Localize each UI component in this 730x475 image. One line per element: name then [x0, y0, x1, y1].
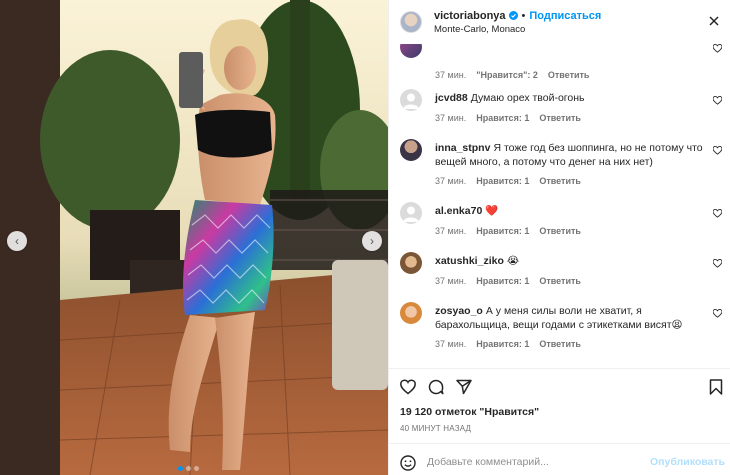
header-separator: •: [521, 9, 526, 22]
carousel-prev-button[interactable]: ‹: [7, 231, 27, 251]
comment-meta: 37 мин. Нравится: 1 Ответить: [435, 176, 581, 186]
carousel-dot: [186, 466, 191, 471]
default-avatar-icon: [403, 93, 419, 109]
comment-time: 37 мин.: [435, 70, 467, 80]
chevron-left-icon: ‹: [15, 234, 19, 248]
comment-text: inna_stpnv Я тоже год без шоппинга, но не…: [435, 142, 703, 168]
comment-meta: 37 мин. Нравится: 1 Ответить: [435, 276, 581, 286]
comment-time: 37 мин.: [435, 113, 467, 123]
add-comment-bar: Опубликовать: [389, 443, 730, 475]
commenter-username[interactable]: xatushki_ziko: [435, 255, 504, 267]
comment-reply-button[interactable]: Ответить: [539, 276, 581, 286]
comment-reply-button[interactable]: Ответить: [539, 226, 581, 236]
commenter-avatar[interactable]: [400, 44, 422, 58]
comment-meta: 37 мин. Нравится: 1 Ответить: [435, 339, 581, 349]
post-timestamp[interactable]: 40 минут назад: [400, 424, 471, 433]
comment-bubble-icon[interactable]: [428, 379, 444, 395]
author-avatar[interactable]: [400, 11, 422, 33]
carousel-dot: [194, 466, 199, 471]
comment-text: jcvd88 Думаю орех твой-огонь: [435, 92, 585, 104]
post-sidebar: victoriabonya • Подписаться Monte-Carlo,…: [388, 0, 730, 475]
comment-heart-icon[interactable]: [713, 259, 722, 268]
more-options-icon[interactable]: [707, 14, 721, 28]
post-actions: [389, 368, 730, 404]
publish-button[interactable]: Опубликовать: [650, 456, 725, 468]
comment-reply-button[interactable]: Ответить: [539, 113, 581, 123]
comment-text: al.enka70 ❤️: [435, 205, 499, 217]
post-photo[interactable]: ‹ ›: [0, 0, 388, 475]
commenter-username[interactable]: jcvd88: [435, 92, 468, 104]
comment-time: 37 мин.: [435, 339, 467, 349]
post-dialog: ‹ › victoriabonya • Подписаться Monte-Ca…: [0, 0, 730, 475]
comment-time: 37 мин.: [435, 276, 467, 286]
comment-likes[interactable]: Нравится: 1: [476, 226, 529, 236]
commenter-avatar[interactable]: [400, 252, 422, 274]
heart-icon[interactable]: [400, 379, 416, 395]
comment-reply-button[interactable]: Ответить: [548, 70, 590, 80]
commenter-avatar[interactable]: [400, 89, 422, 111]
carousel-dot: [178, 466, 183, 471]
comment-time: 37 мин.: [435, 226, 467, 236]
default-avatar-icon: [403, 206, 419, 222]
carousel-next-button[interactable]: ›: [362, 231, 382, 251]
post-header: victoriabonya • Подписаться Monte-Carlo,…: [389, 0, 730, 44]
comment-heart-icon[interactable]: [713, 309, 722, 318]
commenter-avatar[interactable]: [400, 202, 422, 224]
comment-text: xatushki_ziko 😭: [435, 255, 520, 267]
comment-heart-icon[interactable]: [713, 44, 722, 53]
comment-reply-button[interactable]: Ответить: [539, 176, 581, 186]
comment-reply-button[interactable]: Ответить: [539, 339, 581, 349]
likes-count[interactable]: 19 120 отметок "Нравится": [400, 406, 539, 418]
emoji-smile-icon[interactable]: [400, 455, 416, 471]
comment-meta: 37 мин. Нравится: 1 Ответить: [435, 226, 581, 236]
comment-likes[interactable]: Нравится: 1: [476, 339, 529, 349]
follow-button[interactable]: Подписаться: [529, 10, 601, 22]
comment-heart-icon[interactable]: [713, 146, 722, 155]
comments-list[interactable]: 37 мин. "Нравится": 2 Ответить jcvd88 Ду…: [389, 44, 730, 368]
comment-heart-icon[interactable]: [713, 209, 722, 218]
comment-likes[interactable]: Нравится: 1: [476, 176, 529, 186]
commenter-username[interactable]: al.enka70: [435, 205, 482, 217]
commenter-username[interactable]: inna_stpnv: [435, 142, 490, 154]
verified-badge-icon: [508, 11, 518, 20]
comment-time: 37 мин.: [435, 176, 467, 186]
paper-plane-icon[interactable]: [456, 379, 472, 395]
photo-image: [0, 0, 388, 475]
commenter-avatar[interactable]: [400, 302, 422, 324]
carousel-dots: [178, 466, 199, 471]
comment-input[interactable]: [427, 453, 647, 471]
comment-heart-icon[interactable]: [713, 96, 722, 105]
comment-meta: 37 мин. "Нравится": 2 Ответить: [435, 70, 589, 80]
bookmark-icon[interactable]: [708, 379, 724, 395]
comment-text: zosyao_o А у меня силы воли не хватит, я …: [435, 305, 683, 331]
author-username[interactable]: victoriabonya: [434, 10, 506, 22]
chevron-right-icon: ›: [370, 234, 374, 248]
commenter-avatar[interactable]: [400, 139, 422, 161]
comment-meta: 37 мин. Нравится: 1 Ответить: [435, 113, 581, 123]
comment-text: [435, 44, 705, 50]
commenter-username[interactable]: zosyao_o: [435, 305, 483, 317]
post-location[interactable]: Monte-Carlo, Monaco: [434, 24, 601, 35]
comment-likes[interactable]: Нравится: 1: [476, 276, 529, 286]
comment-likes[interactable]: "Нравится": 2: [476, 70, 538, 80]
comment-likes[interactable]: Нравится: 1: [476, 113, 529, 123]
